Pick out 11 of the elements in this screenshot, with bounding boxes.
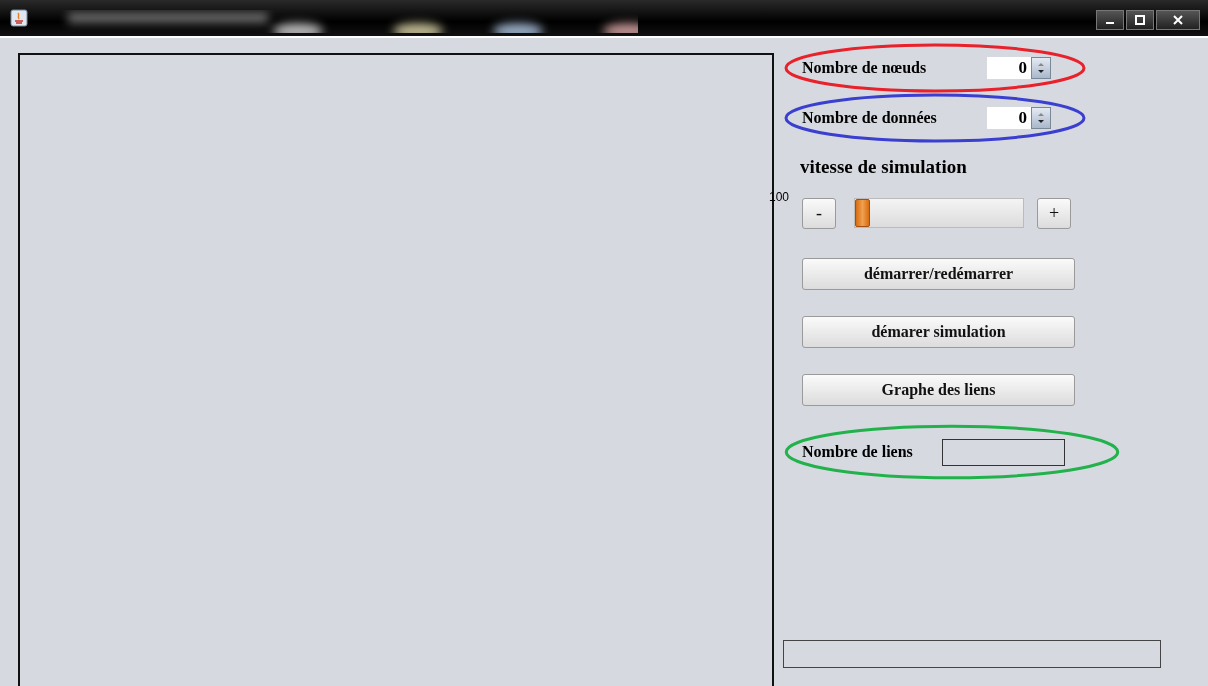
action-button[interactable]: démarrer/redémarrer	[802, 258, 1075, 290]
spinner-field[interactable]: 0	[987, 107, 1031, 129]
spinner-label: Nombre de nœuds	[802, 59, 927, 77]
section-title: vitesse de simulation	[800, 156, 968, 178]
action-button[interactable]: Graphe des liens	[802, 374, 1075, 406]
increase-button[interactable]: +	[1037, 197, 1071, 229]
links-label: Nombre de liens	[802, 443, 913, 461]
spinner-field[interactable]: 0	[987, 57, 1031, 79]
spinner-label: Nombre de données	[802, 109, 937, 127]
decrease-button[interactable]: -	[802, 197, 836, 229]
action-button[interactable]: démarer simulation	[802, 316, 1075, 348]
